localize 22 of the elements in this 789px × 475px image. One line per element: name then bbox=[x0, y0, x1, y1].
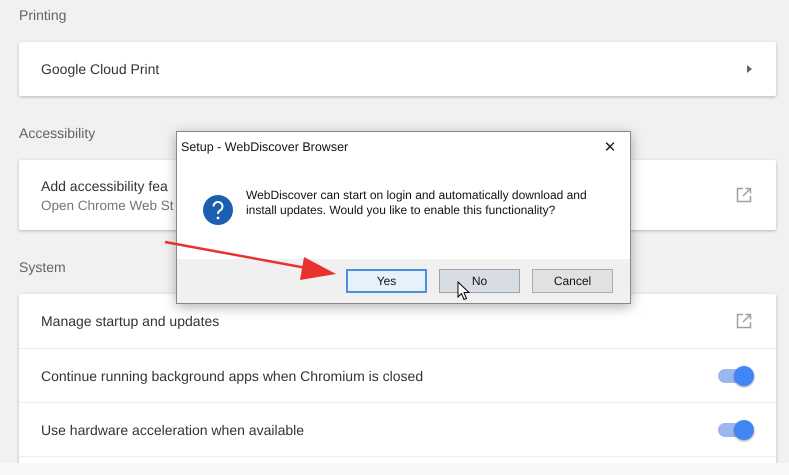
dialog-title: Setup - WebDiscover Browser bbox=[181, 140, 348, 154]
setting-label[interactable]: Use hardware acceleration when available bbox=[41, 422, 304, 438]
setting-label[interactable]: Continue running background apps when Chromium is closed bbox=[41, 368, 424, 384]
external-link-icon[interactable] bbox=[736, 187, 752, 203]
dialog-button[interactable]: Cancel bbox=[532, 269, 613, 293]
setting-label[interactable]: Add accessibility fea bbox=[41, 178, 174, 194]
dialog-button[interactable]: No bbox=[439, 269, 520, 293]
question-icon bbox=[202, 194, 234, 226]
toggle-switch[interactable] bbox=[718, 422, 752, 436]
section-heading: Printing bbox=[19, 6, 66, 25]
dialog-message: WebDiscover can start on login and automatically download and install updates. Would you like to enable this functionality? bbox=[246, 188, 588, 218]
close-button[interactable]: ✕ bbox=[590, 133, 630, 161]
toggle-switch[interactable] bbox=[718, 368, 752, 382]
pointer-icon bbox=[457, 281, 470, 301]
caret-icon[interactable] bbox=[747, 65, 752, 73]
external-link-icon[interactable] bbox=[736, 313, 752, 329]
setting-description: Open Chrome Web St bbox=[41, 198, 174, 212]
section-heading: Accessibility bbox=[19, 124, 96, 143]
dialog-button[interactable]: Yes bbox=[346, 269, 427, 293]
setting-label[interactable]: Manage startup and updates bbox=[41, 313, 220, 329]
setting-label[interactable]: Google Cloud Print bbox=[41, 61, 160, 77]
section-heading: System bbox=[19, 258, 66, 277]
